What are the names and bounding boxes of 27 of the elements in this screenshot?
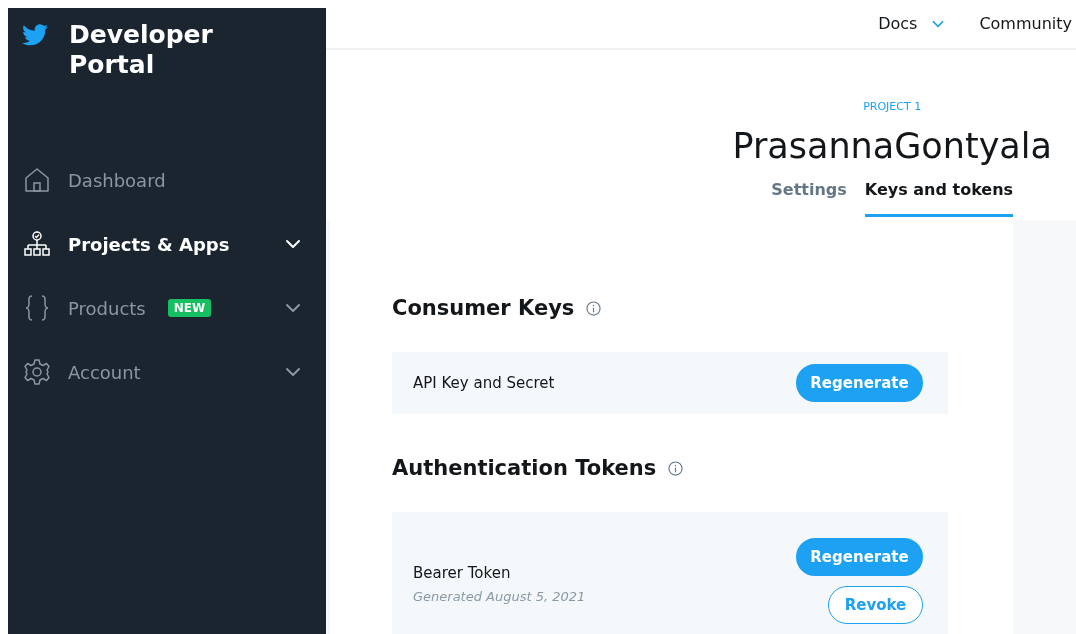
gear-icon xyxy=(23,358,51,386)
braces-icon xyxy=(23,294,51,322)
generated-date: Generated August 5, 2021 xyxy=(413,587,586,606)
sidebar-item[interactable]: Dashboard xyxy=(8,148,326,212)
tab[interactable]: Settings xyxy=(771,178,847,217)
nav-link[interactable]: Docs xyxy=(878,12,946,36)
info-icon xyxy=(586,300,602,316)
house-icon xyxy=(23,166,51,194)
new-badge: NEW xyxy=(167,299,212,317)
section-heading: Authentication Tokens xyxy=(392,455,657,482)
regenerate-button[interactable]: Regenerate xyxy=(796,538,923,576)
sidebar-item[interactable]: Account xyxy=(8,340,326,404)
project-title: PrasannaGontyala xyxy=(732,125,1052,168)
nav-link[interactable]: Community xyxy=(979,12,1072,36)
sidebar-item[interactable]: Products NEW xyxy=(8,276,326,340)
hierarchy-icon xyxy=(23,230,51,258)
regenerate-button[interactable]: Regenerate xyxy=(796,364,923,402)
project-label: PROJECT 1 xyxy=(863,100,922,114)
sidebar-item[interactable]: Projects & Apps xyxy=(8,212,326,276)
key-label: Bearer Token xyxy=(413,563,512,584)
key-label: API Key and Secret xyxy=(413,372,555,394)
brand-title: Developer Portal xyxy=(69,20,214,80)
revoke-button[interactable]: Revoke xyxy=(828,586,923,624)
tab[interactable]: Keys and tokens xyxy=(864,178,1014,217)
section-heading: Consumer Keys xyxy=(392,295,575,322)
info-icon xyxy=(668,460,684,476)
bird-logo-icon xyxy=(22,24,48,46)
